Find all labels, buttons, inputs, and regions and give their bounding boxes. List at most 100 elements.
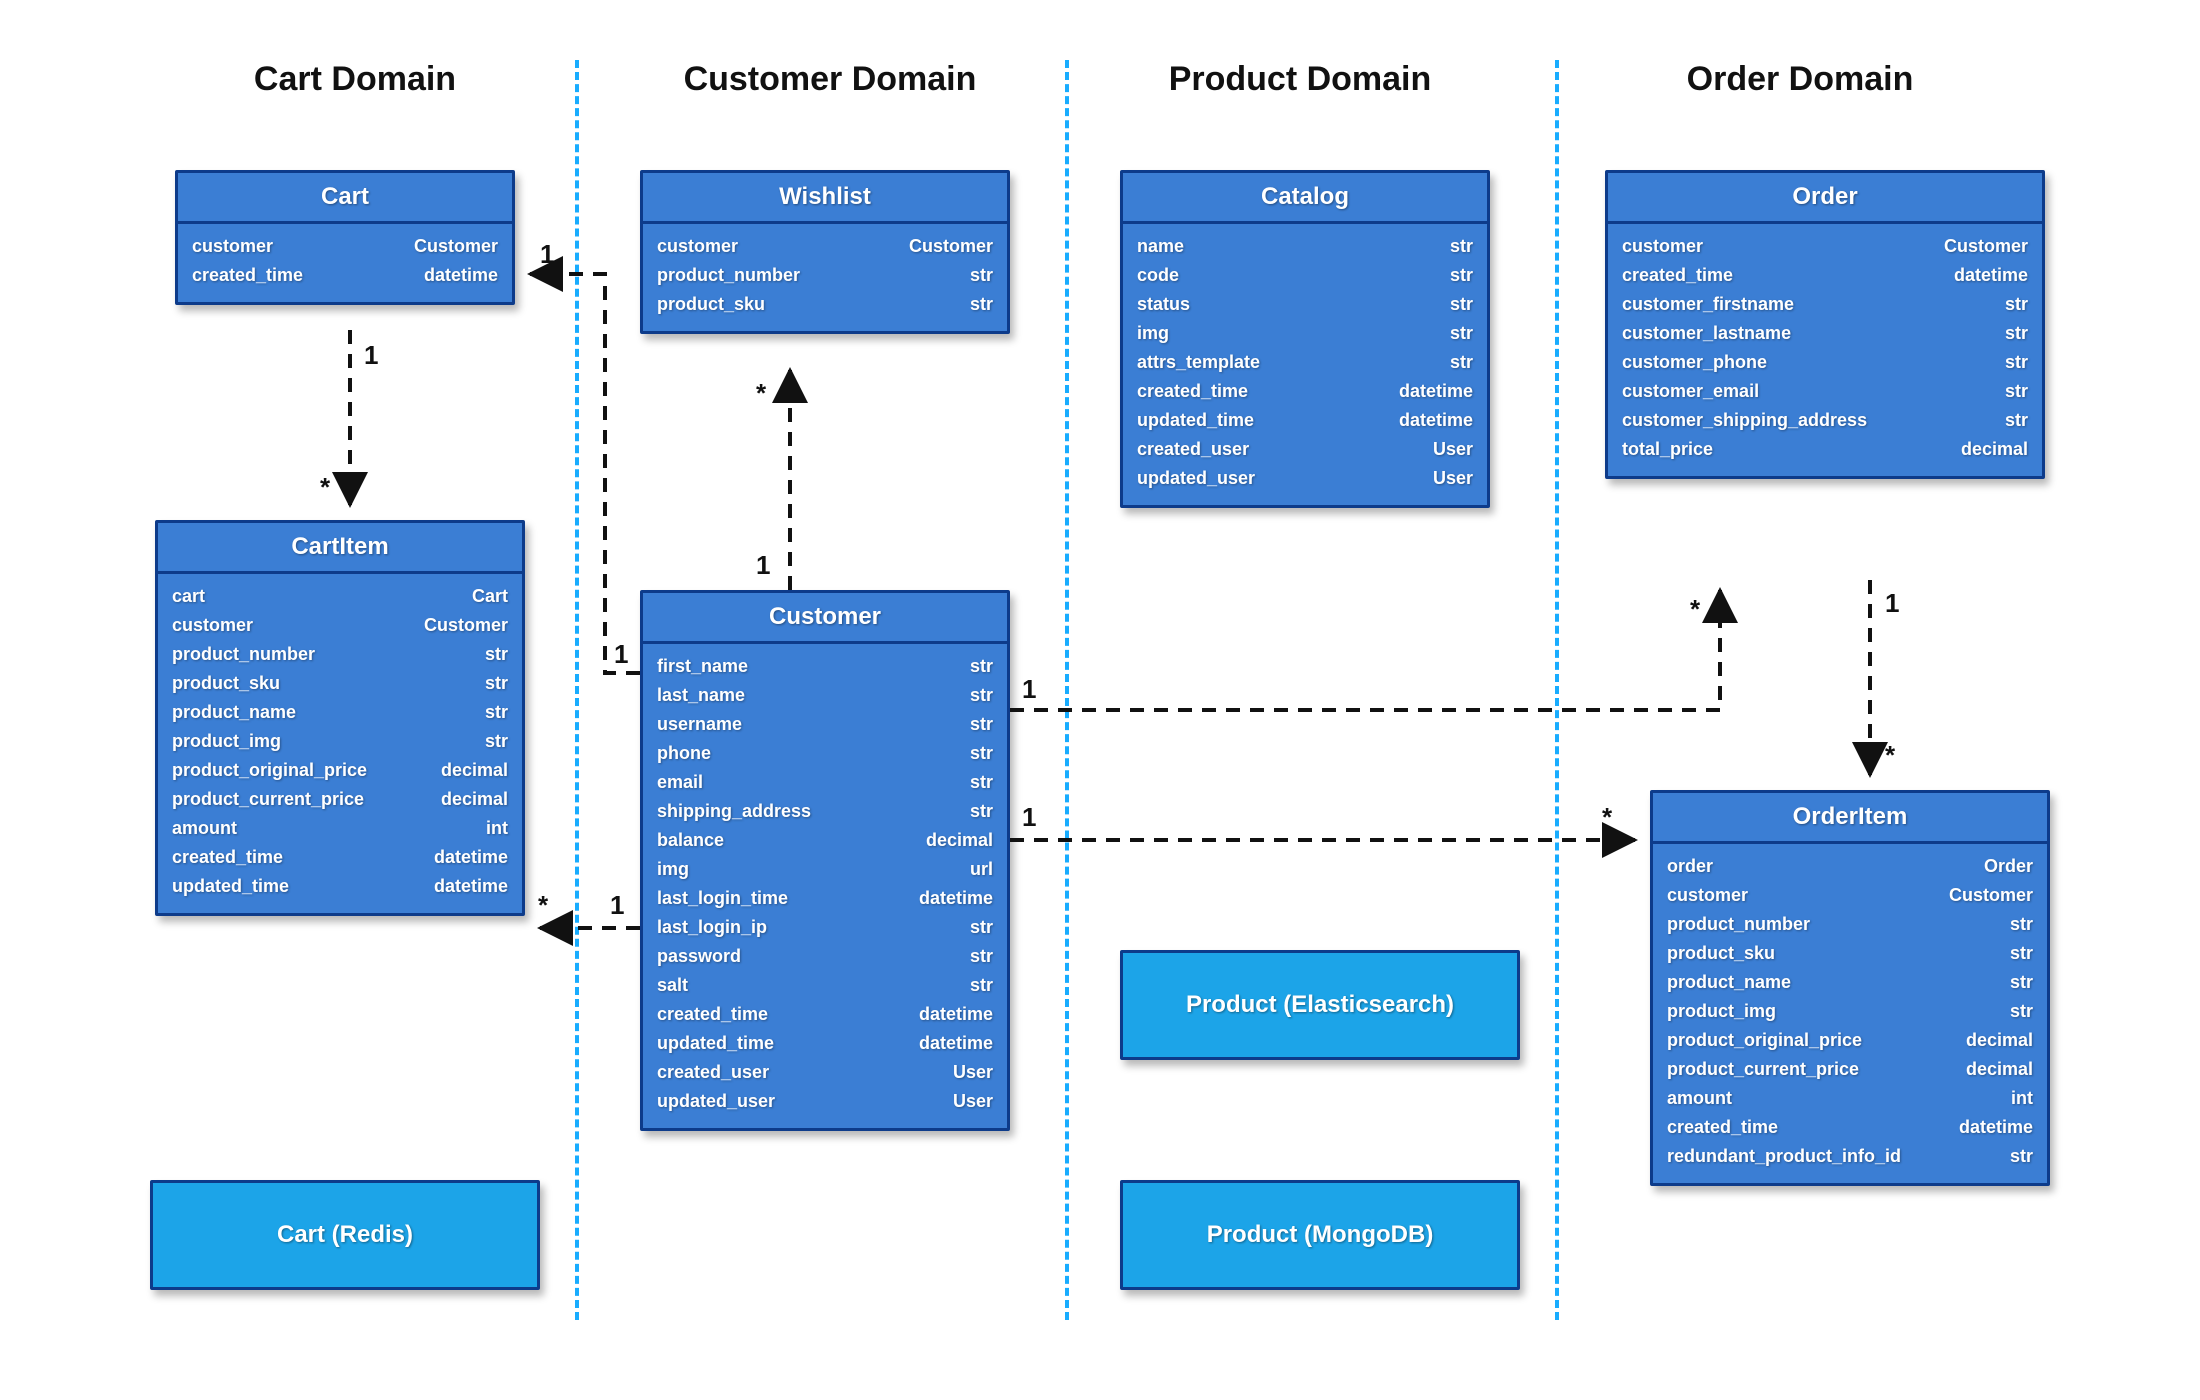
field-row: product_numberstr [1667,910,2033,939]
field-row: product_namestr [172,698,508,727]
entity-fields: orderOrder customerCustomer product_numb… [1653,844,2047,1183]
field-row: created_userUser [1137,435,1473,464]
diagram-canvas: Cart Domain Customer Domain Product Doma… [0,0,2200,1400]
cardinality-label: * [1602,802,1612,833]
domain-divider-2 [1065,60,1069,1320]
field-row: product_numberstr [172,640,508,669]
field-row: created_timedatetime [1667,1113,2033,1142]
entity-title: Wishlist [643,173,1007,224]
field-row: customerCustomer [657,232,993,261]
entity-title: CartItem [158,523,522,574]
field-row: product_namestr [1667,968,2033,997]
entity-title: Catalog [1123,173,1487,224]
entity-cartitem: CartItem cartCart customerCustomer produ… [155,520,525,916]
field-row: phonestr [657,739,993,768]
field-row: updated_timedatetime [172,872,508,901]
entity-fields: customerCustomer created_timedatetime [178,224,512,302]
field-row: customer_firstnamestr [1622,290,2028,319]
field-row: emailstr [657,768,993,797]
field-row: balancedecimal [657,826,993,855]
cardinality-label: * [320,472,330,503]
cardinality-label: * [1885,740,1895,771]
entity-orderitem: OrderItem orderOrder customerCustomer pr… [1650,790,2050,1186]
field-row: product_original_pricedecimal [1667,1026,2033,1055]
field-row: customerCustomer [192,232,498,261]
entity-customer: Customer first_namestr last_namestr user… [640,590,1010,1131]
field-row: statusstr [1137,290,1473,319]
field-row: created_timedatetime [172,843,508,872]
cardinality-label: 1 [756,550,770,581]
cardinality-label: 1 [1885,588,1899,619]
domain-divider-3 [1555,60,1559,1320]
field-row: updated_timedatetime [1137,406,1473,435]
store-cart-redis: Cart (Redis) [150,1180,540,1290]
field-row: imgurl [657,855,993,884]
cardinality-label: 1 [364,340,378,371]
field-row: created_userUser [657,1058,993,1087]
field-row: last_login_timedatetime [657,884,993,913]
field-row: orderOrder [1667,852,2033,881]
cardinality-label: * [538,890,548,921]
cardinality-label: 1 [614,639,628,670]
field-row: codestr [1137,261,1473,290]
field-row: imgstr [1137,319,1473,348]
field-row: amountint [172,814,508,843]
entity-fields: first_namestr last_namestr usernamestr p… [643,644,1007,1128]
entity-order: Order customerCustomer created_timedatet… [1605,170,2045,479]
field-row: customerCustomer [1622,232,2028,261]
field-row: created_timedatetime [1622,261,2028,290]
field-row: saltstr [657,971,993,1000]
field-row: shipping_addressstr [657,797,993,826]
field-row: created_timedatetime [192,261,498,290]
field-row: cartCart [172,582,508,611]
field-row: product_original_pricedecimal [172,756,508,785]
field-row: customer_shipping_addressstr [1622,406,2028,435]
entity-cart: Cart customerCustomer created_timedateti… [175,170,515,305]
field-row: total_pricedecimal [1622,435,2028,464]
field-row: namestr [1137,232,1473,261]
field-row: created_timedatetime [1137,377,1473,406]
cardinality-label: 1 [540,239,554,270]
field-row: redundant_product_info_idstr [1667,1142,2033,1171]
entity-title: Customer [643,593,1007,644]
field-row: updated_userUser [1137,464,1473,493]
store-product-mgo: Product (MongoDB) [1120,1180,1520,1290]
cardinality-label: 1 [1022,802,1036,833]
entity-title: OrderItem [1653,793,2047,844]
entity-fields: cartCart customerCustomer product_number… [158,574,522,913]
domain-title-order: Order Domain [1590,60,2010,99]
field-row: product_skustr [1667,939,2033,968]
field-row: product_numberstr [657,261,993,290]
store-product-es: Product (Elasticsearch) [1120,950,1520,1060]
entity-fields: customerCustomer product_numberstr produ… [643,224,1007,331]
field-row: customerCustomer [1667,881,2033,910]
domain-title-cart: Cart Domain [185,60,525,99]
cardinality-label: * [1690,594,1700,625]
domain-divider-1 [575,60,579,1320]
field-row: product_skustr [657,290,993,319]
entity-fields: customerCustomer created_timedatetime cu… [1608,224,2042,476]
domain-title-customer: Customer Domain [630,60,1030,99]
field-row: product_imgstr [172,727,508,756]
field-row: passwordstr [657,942,993,971]
field-row: created_timedatetime [657,1000,993,1029]
field-row: last_login_ipstr [657,913,993,942]
field-row: updated_timedatetime [657,1029,993,1058]
field-row: customer_phonestr [1622,348,2028,377]
field-row: attrs_templatestr [1137,348,1473,377]
field-row: updated_userUser [657,1087,993,1116]
field-row: usernamestr [657,710,993,739]
cardinality-label: 1 [1022,674,1036,705]
field-row: product_skustr [172,669,508,698]
entity-title: Order [1608,173,2042,224]
field-row: product_current_pricedecimal [1667,1055,2033,1084]
field-row: customer_emailstr [1622,377,2028,406]
cardinality-label: * [756,378,766,409]
entity-wishlist: Wishlist customerCustomer product_number… [640,170,1010,334]
entity-fields: namestr codestr statusstr imgstr attrs_t… [1123,224,1487,505]
field-row: product_current_pricedecimal [172,785,508,814]
field-row: customerCustomer [172,611,508,640]
domain-title-product: Product Domain [1100,60,1500,99]
field-row: first_namestr [657,652,993,681]
field-row: customer_lastnamestr [1622,319,2028,348]
